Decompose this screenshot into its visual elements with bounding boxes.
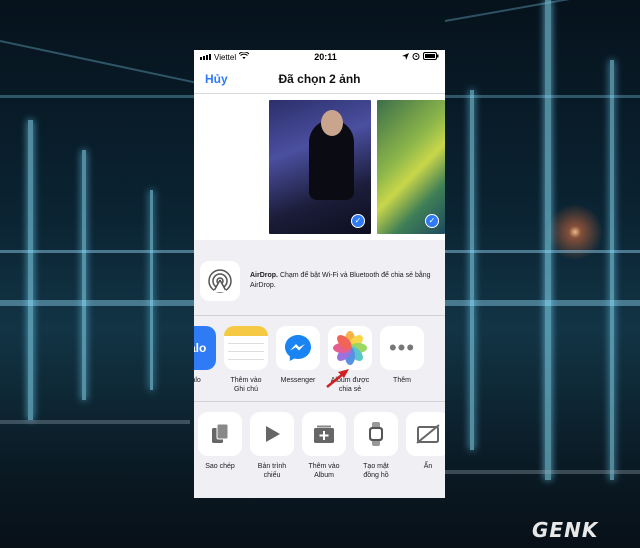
copy-icon [198,412,242,456]
action-label: Sao chép [205,463,235,470]
app-label: Messenger [280,377,316,384]
clock: 20:11 [314,52,337,62]
photo-face [321,110,343,136]
airdrop-description: AirDrop. Chạm để bật Wi-Fi và Bluetooth … [250,271,439,291]
airdrop-title: AirDrop. [250,271,278,279]
share-actions-row: Sao chép Bản trình chiếu Thêm vào Album … [194,402,445,492]
alarm-icon [412,52,420,62]
action-slideshow[interactable]: Bản trình chiếu [246,412,298,492]
hide-icon [406,412,445,456]
action-create-watch-face[interactable]: Tạo mặt đồng hồ [350,412,402,492]
action-label: Thêm vào Album [308,463,340,479]
play-icon [250,412,294,456]
photo-thumbnail[interactable]: ✓ [269,100,371,234]
notes-icon [224,326,268,370]
genk-watermark: GENK [532,518,599,542]
share-app-shared-album[interactable]: Album được chia sẻ [324,326,376,401]
photo-thumbnail[interactable]: ✓ [377,100,445,234]
airdrop-row[interactable]: AirDrop. Chạm để bật Wi-Fi và Bluetooth … [194,246,445,316]
action-label: Ẩn [423,463,433,470]
share-app-messenger[interactable]: Messenger [272,326,324,401]
action-label: Bản trình chiếu [257,463,287,479]
app-label: Zalo [194,377,201,384]
photos-icon [328,326,372,370]
status-bar: Viettel 20:11 [194,50,445,64]
share-apps-row: Zalo Zalo Thêm vào Ghi chú Messenger [194,316,445,402]
carrier-label: Viettel [214,52,237,62]
messenger-icon [276,326,320,370]
zalo-icon: Zalo [194,326,216,370]
page-title: Đã chọn 2 ảnh [278,71,361,86]
action-copy[interactable]: Sao chép [194,412,246,492]
wifi-icon [238,51,250,62]
share-sheet-screen: Viettel 20:11 Hủy Đã chọn 2 ảnh ✓ ✓ AirD… [194,50,445,498]
location-icon [402,52,409,62]
watch-icon [354,412,398,456]
action-add-to-album[interactable]: Thêm vào Album [298,412,350,492]
cancel-button[interactable]: Hủy [205,72,228,86]
action-hide[interactable]: Ẩn [402,412,445,492]
airdrop-text: Chạm để bật Wi-Fi và Bluetooth để chia s… [250,271,431,289]
share-app-more[interactable]: ••• Thêm [376,326,428,401]
navigation-bar: Hủy Đã chọn 2 ảnh [194,64,445,94]
share-app-notes[interactable]: Thêm vào Ghi chú [220,326,272,401]
app-label: Thêm [393,377,411,384]
airdrop-icon[interactable] [200,260,240,301]
add-album-icon [302,412,346,456]
red-arrow-annotation [326,369,349,388]
action-label: Tạo mặt đồng hồ [363,463,389,479]
app-label: Thêm vào Ghi chú [230,377,262,393]
more-icon: ••• [380,326,424,370]
checkmark-icon: ✓ [351,214,365,228]
share-app-zalo[interactable]: Zalo Zalo [194,326,220,401]
checkmark-icon: ✓ [425,214,439,228]
selected-photos-strip[interactable]: ✓ ✓ [194,94,445,240]
signal-icon [200,54,211,60]
battery-icon [423,52,439,62]
